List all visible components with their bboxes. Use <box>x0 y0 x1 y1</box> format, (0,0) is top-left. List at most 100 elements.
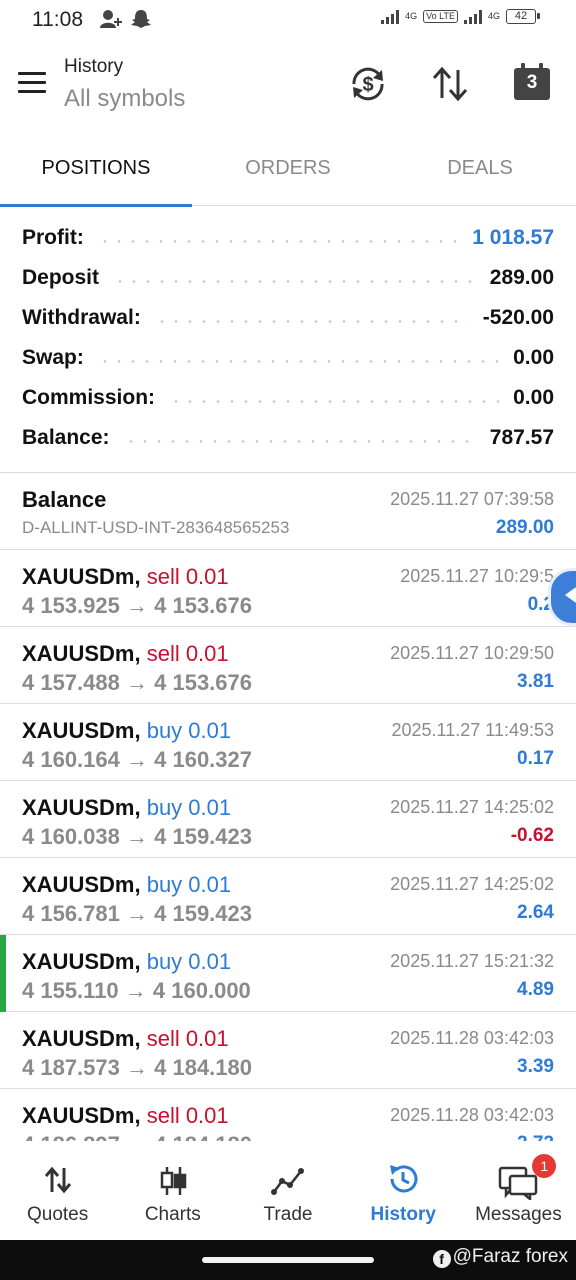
deal-profit: -0.62 <box>510 825 554 846</box>
summary-row-balance: Balance: 787.57 <box>0 418 576 458</box>
nav-trade[interactable]: Trade <box>230 1142 345 1240</box>
charts-icon <box>160 1167 187 1195</box>
app-header: History All symbols $ 3 <box>0 40 576 130</box>
summary-label: Balance: <box>22 426 110 449</box>
open-price: 4 160.164 <box>22 747 120 772</box>
home-indicator[interactable] <box>202 1257 374 1263</box>
summary-value: 1 018.57 <box>472 226 554 249</box>
deal-type: buy 0.01 <box>146 872 232 897</box>
status-right: 4G Vo LTE 4G 42 <box>381 8 540 24</box>
deal-time: 2025.11.27 15:21:32 <box>390 951 554 971</box>
facebook-icon: f <box>432 1250 451 1268</box>
open-price: 4 156.781 <box>22 901 120 926</box>
dotted-leader <box>169 399 500 403</box>
deal-symbol: XAUUSDm, <box>22 1026 141 1051</box>
watermark-text: @Faraz forex <box>452 1246 568 1267</box>
dotted-leader <box>97 239 459 243</box>
nav-label: Quotes <box>26 1204 89 1225</box>
deal-symbol: XAUUSDm, <box>22 718 141 743</box>
arrow-right-icon: → <box>126 1055 148 1080</box>
summary-row-swap: Swap: 0.00 <box>0 338 576 378</box>
sort-icon <box>432 66 468 102</box>
deal-symbol: XAUUSDm, <box>22 872 141 897</box>
deal-type: buy 0.01 <box>146 949 232 974</box>
list-item[interactable]: XAUUSDm, buy 0.01 4 156.781 → 4 159.423 … <box>0 858 576 935</box>
nav-messages[interactable]: 1 Messages <box>461 1142 576 1240</box>
summary-row-commission: Commission: 0.00 <box>0 378 576 418</box>
summary-row-deposit: Deposit 289.00 <box>0 258 576 298</box>
deal-symbol: XAUUSDm, <box>22 949 141 974</box>
close-price: 4 153.676 <box>154 670 252 695</box>
network-type: 4G <box>405 10 418 21</box>
summary-value: 0.00 <box>513 346 554 369</box>
history-icon <box>390 1165 418 1193</box>
tab-positions[interactable]: POSITIONS <box>0 140 192 207</box>
dotted-leader <box>154 319 469 323</box>
deal-time: 2025.11.27 14:25:02 <box>390 874 554 894</box>
calendar-button[interactable]: 3 <box>510 62 554 106</box>
summary-row-withdrawal: Withdrawal: -520.00 <box>0 298 576 338</box>
status-time: 11:08 <box>32 8 83 31</box>
deal-profit: 0.17 <box>517 748 554 769</box>
deal-profit: 4.89 <box>517 979 554 1000</box>
sort-button[interactable] <box>428 62 472 106</box>
list-item[interactable]: XAUUSDm, sell 0.01 4 186.897 → 4 184.180… <box>0 1089 576 1141</box>
deal-profit: 2.64 <box>517 902 554 923</box>
nav-charts[interactable]: Charts <box>115 1142 230 1240</box>
tab-deals[interactable]: DEALS <box>384 140 576 206</box>
deal-symbol: XAUUSDm, <box>22 795 141 820</box>
bottom-navigation: Quotes Charts Trade History 1 Messages <box>0 1142 576 1240</box>
dotted-leader <box>97 359 500 363</box>
deal-type: sell 0.01 <box>146 564 229 589</box>
summary-label: Profit: <box>22 226 84 249</box>
open-price: 4 160.038 <box>22 824 120 849</box>
arrow-right-icon: → <box>126 593 148 618</box>
list-item[interactable]: XAUUSDm, sell 0.01 4 157.488 → 4 153.676… <box>0 627 576 704</box>
svg-text:$: $ <box>362 74 373 96</box>
list-item[interactable]: XAUUSDm, sell 0.01 4 187.573 → 4 184.180… <box>0 1012 576 1089</box>
summary-value: 0.00 <box>513 386 554 409</box>
summary-value: 289.00 <box>489 266 554 289</box>
deal-type: buy 0.01 <box>146 718 232 743</box>
deal-amount: 289.00 <box>495 517 554 538</box>
menu-icon[interactable] <box>18 72 46 94</box>
deal-title: Balance <box>22 487 107 512</box>
system-gesture-bar: f @Faraz forex <box>0 1240 576 1280</box>
nav-quotes[interactable]: Quotes <box>0 1142 115 1240</box>
nav-history[interactable]: History <box>346 1142 461 1240</box>
arrow-right-icon: → <box>126 670 148 695</box>
status-bar: 11:08 4G Vo LTE 4G 42 <box>0 0 576 40</box>
close-price: 4 159.423 <box>154 901 252 926</box>
deal-type: buy 0.01 <box>146 795 232 820</box>
volte-badge: Vo LTE <box>423 9 458 23</box>
list-item[interactable]: XAUUSDm, sell 0.01 4 153.925 → 4 153.676… <box>0 550 576 627</box>
unread-badge: 1 <box>532 1154 557 1178</box>
list-item[interactable]: XAUUSDm, buy 0.01 4 160.164 → 4 160.327 … <box>0 704 576 781</box>
list-item-balance[interactable]: Balance D-ALLINT-USD-INT-283648565253 20… <box>0 473 576 550</box>
deal-time: 2025.11.27 10:29:50 <box>390 643 554 663</box>
dotted-leader <box>123 439 476 443</box>
battery-icon: 42 <box>506 8 540 24</box>
history-tabs: POSITIONS ORDERS DEALS <box>0 140 576 207</box>
deal-symbol: XAUUSDm, <box>22 564 141 589</box>
snapchat-icon <box>131 10 151 28</box>
arrow-right-icon: → <box>126 901 148 926</box>
close-price: 4 153.676 <box>154 593 252 618</box>
deals-list: Balance D-ALLINT-USD-INT-283648565253 20… <box>0 473 576 1141</box>
arrow-right-icon: → <box>126 824 148 849</box>
symbol-filter[interactable]: All symbols <box>64 85 185 113</box>
summary-value: 787.57 <box>489 426 554 449</box>
account-id: D-ALLINT-USD-INT-283648565253 <box>22 518 290 537</box>
list-item-selected[interactable]: XAUUSDm, buy 0.01 4 155.110 → 4 160.000 … <box>0 935 576 1012</box>
currency-refresh-icon: $ <box>352 67 384 101</box>
deal-time: 2025.11.28 03:42:03 <box>390 1105 554 1125</box>
summary-label: Swap: <box>22 346 84 369</box>
network-type-2: 4G <box>487 10 500 21</box>
currency-refresh-button[interactable]: $ <box>346 62 390 106</box>
deal-time: 2025.11.27 07:39:58 <box>390 489 554 509</box>
list-item[interactable]: XAUUSDm, buy 0.01 4 160.038 → 4 159.423 … <box>0 781 576 858</box>
tab-orders[interactable]: ORDERS <box>192 140 384 206</box>
close-price: 4 160.327 <box>154 747 252 772</box>
deal-profit: 3.81 <box>517 671 554 692</box>
watermark: f @Faraz forex <box>432 1246 568 1268</box>
